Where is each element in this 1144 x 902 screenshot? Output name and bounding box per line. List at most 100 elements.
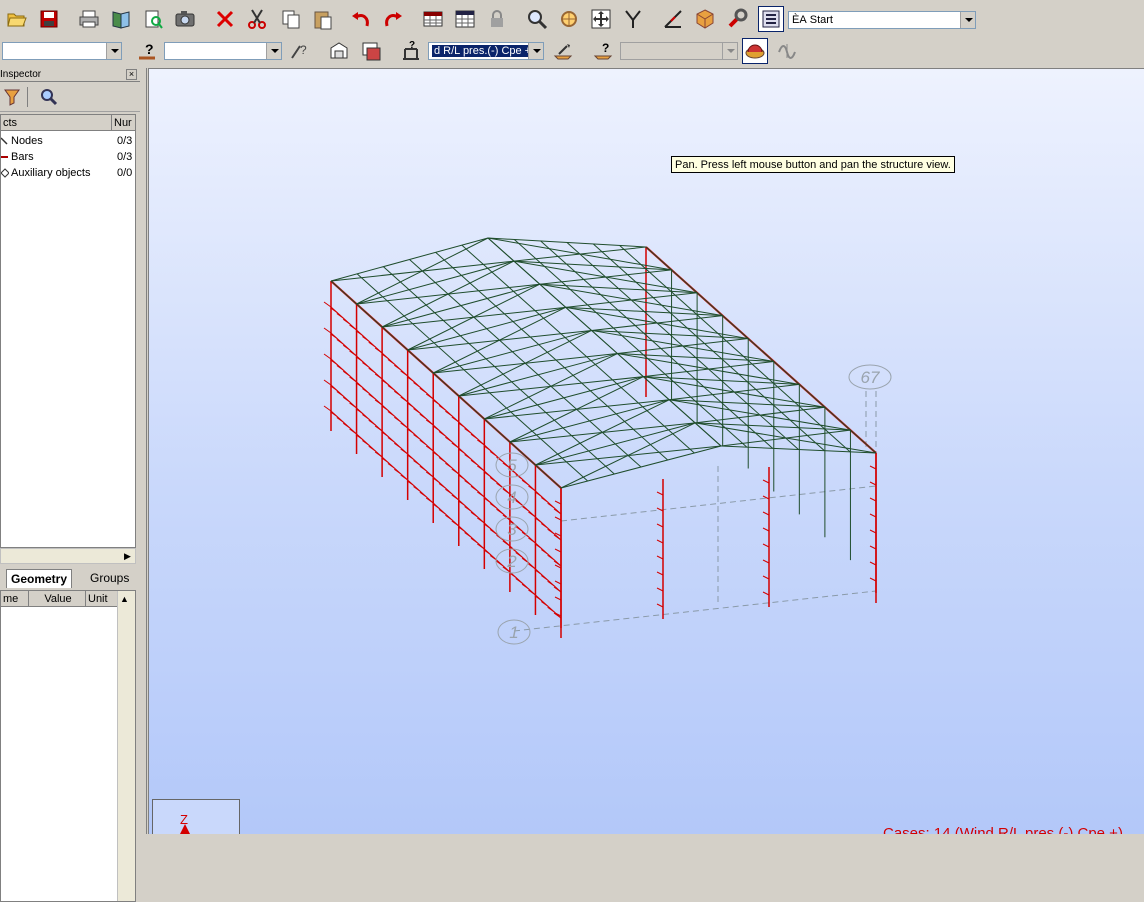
- tree-item-count: 0/3: [117, 151, 133, 163]
- zoom-icon[interactable]: [524, 6, 550, 32]
- load-tick: [393, 416, 402, 423]
- table-icon[interactable]: [420, 6, 446, 32]
- column-header-value[interactable]: Value: [29, 591, 86, 607]
- structure-view[interactable]: 1 67 5 4 3 2 Pan. Press left mouse button and…: [148, 68, 1144, 834]
- scroll-right-icon[interactable]: ▶: [122, 551, 133, 562]
- chevron-down-icon[interactable]: [960, 12, 975, 28]
- tools-icon[interactable]: [724, 6, 750, 32]
- load-tick: [323, 301, 332, 308]
- load-tick: [362, 336, 370, 342]
- selection-help-icon[interactable]: ?: [286, 38, 312, 64]
- section-icon[interactable]: [660, 6, 686, 32]
- redo-icon[interactable]: [380, 6, 406, 32]
- load-tick: [336, 365, 345, 371]
- load-tick: [425, 445, 434, 452]
- grid-label-text: 1: [509, 623, 518, 642]
- main-toolbar: ЀА Start: [0, 4, 978, 34]
- layout-combo[interactable]: ЀА Start: [788, 11, 976, 29]
- copy-icon[interactable]: [278, 6, 304, 32]
- paste-icon[interactable]: [310, 6, 336, 32]
- filter-icon[interactable]: [0, 84, 26, 110]
- tree-item-bars[interactable]: Bars 0/3: [1, 149, 135, 165]
- tree-item-count: 0/0: [117, 167, 133, 179]
- steel-frame: [330, 237, 877, 561]
- column-header-number[interactable]: Nur: [112, 115, 135, 131]
- delete-icon[interactable]: [212, 6, 238, 32]
- tab-geometry[interactable]: Geometry: [6, 569, 73, 588]
- load-tick: [869, 497, 877, 502]
- undo-icon[interactable]: [348, 6, 374, 32]
- load-tick: [400, 370, 408, 377]
- horizontal-scrollbar[interactable]: ▶: [0, 548, 136, 564]
- load-tick: [425, 497, 434, 504]
- panel-splitter[interactable]: [140, 68, 147, 834]
- camera-icon[interactable]: [172, 6, 198, 32]
- load-case-icon[interactable]: ?: [398, 38, 424, 64]
- purlin: [356, 273, 589, 482]
- close-icon[interactable]: ×: [126, 69, 137, 80]
- purlin: [409, 259, 642, 468]
- load-tick: [656, 587, 664, 592]
- 3d-view-icon[interactable]: [692, 6, 718, 32]
- load-tick: [413, 434, 421, 440]
- open-icon[interactable]: [4, 6, 30, 32]
- screen-capture-report-icon[interactable]: [140, 6, 166, 32]
- grid-labels: 1 67 5 4 3 2: [495, 364, 892, 645]
- tree-item-label: Bars: [11, 151, 34, 163]
- load-case-combo[interactable]: d R/L pres.(-) Cpe +: [428, 42, 544, 60]
- load-tick: [496, 534, 504, 541]
- selection-combo[interactable]: [2, 42, 122, 60]
- frame-view-icon[interactable]: [326, 38, 352, 64]
- tab-groups[interactable]: Groups: [86, 569, 133, 587]
- save-icon[interactable]: [36, 6, 62, 32]
- chevron-down-icon[interactable]: [266, 43, 281, 59]
- print-icon[interactable]: [76, 6, 102, 32]
- load-tick: [477, 517, 485, 524]
- table-edit-icon[interactable]: [452, 6, 478, 32]
- load-tick: [445, 488, 453, 495]
- load-display-icon[interactable]: [550, 38, 576, 64]
- wind-load-bars: [323, 246, 877, 638]
- chevron-down-icon[interactable]: [106, 43, 121, 59]
- column-header-unit[interactable]: Unit: [86, 591, 118, 607]
- select-help-icon[interactable]: ?: [134, 38, 160, 64]
- cut-icon[interactable]: [244, 6, 270, 32]
- load-tick: [869, 561, 877, 566]
- disabled-combo: [620, 42, 738, 60]
- column-header-objects[interactable]: cts: [1, 115, 112, 131]
- pan-icon[interactable]: [588, 6, 614, 32]
- inspector-panel: Inspector × cts Nur Nodes 0/3 Bars 0/3 A…: [0, 68, 140, 902]
- structure-window-icon[interactable]: [358, 38, 384, 64]
- scroll-up-icon[interactable]: ▲: [120, 594, 129, 604]
- load-tick: [336, 417, 345, 423]
- load-tick: [368, 341, 377, 348]
- load-tick: [762, 527, 770, 532]
- search-icon[interactable]: [36, 84, 62, 110]
- layout-selector-icon[interactable]: [758, 6, 784, 32]
- bar-display-icon[interactable]: [742, 38, 768, 64]
- tree-item-auxiliary-objects[interactable]: Auxiliary objects 0/0: [1, 165, 135, 181]
- lock-icon[interactable]: [484, 6, 510, 32]
- deformation-icon[interactable]: [774, 38, 800, 64]
- load-tick: [387, 359, 396, 365]
- vertical-scrollbar[interactable]: ▲: [117, 591, 135, 901]
- select-icon[interactable]: [620, 6, 646, 32]
- bar-icon: [1, 156, 8, 158]
- load-tick: [869, 529, 877, 534]
- secondary-toolbar: ? ? ? d R/L pres.(-) Cpe + ?: [0, 36, 805, 66]
- group-combo[interactable]: [164, 42, 282, 60]
- print-preview-icon[interactable]: [108, 6, 134, 32]
- load-help-icon[interactable]: ?: [590, 38, 616, 64]
- structure-model[interactable]: 1 67 5 4 3 2: [149, 69, 1144, 834]
- pan-tooltip: Pan. Press left mouse button and pan the…: [671, 156, 955, 173]
- load-tick: [451, 416, 460, 423]
- load-tick: [393, 442, 402, 449]
- object-tree: cts Nur Nodes 0/3 Bars 0/3 Auxiliary obj…: [0, 114, 136, 548]
- node-icon: [1, 137, 8, 145]
- svg-text:?: ?: [300, 43, 307, 57]
- column-header-name[interactable]: me: [1, 591, 29, 607]
- layout-combo-value: ЀА Start: [792, 14, 833, 26]
- chevron-down-icon[interactable]: [528, 43, 543, 59]
- tree-item-nodes[interactable]: Nodes 0/3: [1, 133, 135, 149]
- zoom-window-icon[interactable]: [556, 6, 582, 32]
